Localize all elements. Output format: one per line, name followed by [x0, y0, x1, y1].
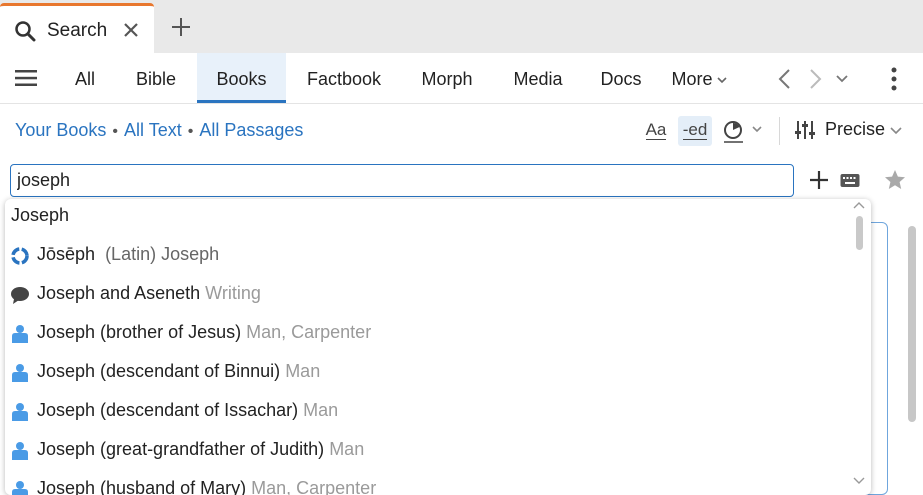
- back-arrow-icon[interactable]: [775, 68, 795, 90]
- suggestion-main: Jōsēph: [37, 244, 96, 264]
- suggestion-item[interactable]: Joseph (great-grandfather of Judith) Man: [5, 431, 855, 470]
- suggestion-sub: Writing: [205, 283, 261, 303]
- suggestion-main: Joseph (descendant of Issachar): [37, 400, 299, 420]
- precision-dropdown[interactable]: Precise: [792, 116, 904, 146]
- suggestion-item[interactable]: Joseph and Aseneth Writing: [5, 275, 855, 314]
- person-icon: [12, 442, 28, 460]
- suggestion-main: Joseph (brother of Jesus): [37, 322, 242, 342]
- scope-filter-link[interactable]: Your Books: [15, 120, 106, 140]
- match-case-label: Aa: [645, 120, 667, 140]
- tab-bible[interactable]: Bible: [125, 53, 187, 103]
- passages-filter-link[interactable]: All Passages: [199, 120, 303, 140]
- suggestion-main: Joseph (great-grandfather of Judith): [37, 439, 325, 459]
- close-icon[interactable]: [122, 21, 140, 39]
- more-options-icon[interactable]: [883, 67, 905, 91]
- nav-bar: All Bible Books Factbook Morph Media Doc…: [0, 53, 923, 104]
- forward-arrow-icon[interactable]: [805, 68, 825, 90]
- suggestion-item[interactable]: Joseph (brother of Jesus) Man, Carpenter: [5, 314, 855, 353]
- search-icon: [15, 21, 36, 42]
- tab-docs[interactable]: Docs: [592, 53, 650, 103]
- history-chevron-down-icon[interactable]: [834, 68, 850, 90]
- add-search-term-icon[interactable]: [809, 170, 829, 190]
- timeline-filter-icon[interactable]: [721, 116, 765, 146]
- suggestions-dropdown: Joseph Jōsēph (Latin) Joseph Joseph and …: [5, 199, 871, 495]
- suggestion-main: Joseph and Aseneth: [37, 283, 201, 303]
- tab-more[interactable]: More: [665, 53, 733, 103]
- suggestion-sub: (Latin) Joseph: [105, 244, 220, 264]
- text-filter-link[interactable]: All Text: [124, 120, 182, 140]
- suggestion-main: Joseph (husband of Mary): [37, 478, 247, 495]
- scroll-down-icon[interactable]: [853, 475, 865, 485]
- sliders-icon: [795, 121, 815, 139]
- tab-all[interactable]: All: [62, 53, 108, 103]
- keyboard-icon[interactable]: [840, 173, 860, 188]
- precision-label: Precise: [825, 119, 886, 139]
- suggestion-item[interactable]: Jōsēph (Latin) Joseph: [5, 236, 855, 275]
- hamburger-menu-icon[interactable]: [15, 68, 37, 88]
- chevron-down-icon: [716, 77, 727, 84]
- toolbar-divider: [779, 117, 780, 145]
- tab-search[interactable]: Search: [0, 3, 154, 53]
- tab-strip: Search: [0, 0, 923, 53]
- tab-factbook[interactable]: Factbook: [298, 53, 390, 103]
- match-case-toggle[interactable]: Aa: [643, 116, 669, 146]
- writing-icon: [11, 287, 29, 304]
- suggestion-sub: Man: [285, 361, 321, 381]
- suggestion-sub: Man: [329, 439, 365, 459]
- suggestion-sub: Man, Carpenter: [246, 322, 372, 342]
- suggestion-sub: Man: [303, 400, 339, 420]
- lexicon-icon: [11, 247, 29, 265]
- suggestion-item[interactable]: Joseph (descendant of Binnui) Man: [5, 353, 855, 392]
- search-input[interactable]: [10, 164, 794, 197]
- tab-media[interactable]: Media: [503, 53, 573, 103]
- suggestions-scrollbar-thumb[interactable]: [856, 216, 863, 250]
- person-icon: [12, 364, 28, 382]
- star-icon[interactable]: [883, 168, 907, 192]
- match-endings-toggle[interactable]: -ed: [678, 116, 712, 146]
- search-filters: Your Books • All Text • All Passages: [15, 120, 303, 141]
- tab-title: Search: [47, 20, 108, 41]
- suggestion-sub: Man, Carpenter: [251, 478, 377, 495]
- scroll-up-icon[interactable]: [853, 201, 865, 211]
- person-icon: [12, 481, 28, 495]
- results-scrollbar[interactable]: [908, 226, 916, 422]
- filter-separator: •: [112, 123, 119, 140]
- suggestion-main: Joseph: [11, 205, 70, 225]
- filter-separator: •: [187, 123, 194, 140]
- person-icon: [12, 325, 28, 343]
- tab-morph[interactable]: Morph: [410, 53, 484, 103]
- chevron-down-icon: [890, 127, 902, 135]
- more-label: More: [671, 69, 713, 89]
- tab-books[interactable]: Books: [197, 53, 286, 103]
- suggestion-main: Joseph (descendant of Binnui): [37, 361, 281, 381]
- suggestion-item[interactable]: Joseph (husband of Mary) Man, Carpenter: [5, 470, 855, 495]
- add-tab-icon[interactable]: [170, 16, 192, 38]
- suggestion-item[interactable]: Joseph (descendant of Issachar) Man: [5, 392, 855, 431]
- suggestion-item[interactable]: Joseph: [5, 199, 855, 236]
- person-icon: [12, 403, 28, 421]
- match-endings-label: -ed: [682, 120, 708, 140]
